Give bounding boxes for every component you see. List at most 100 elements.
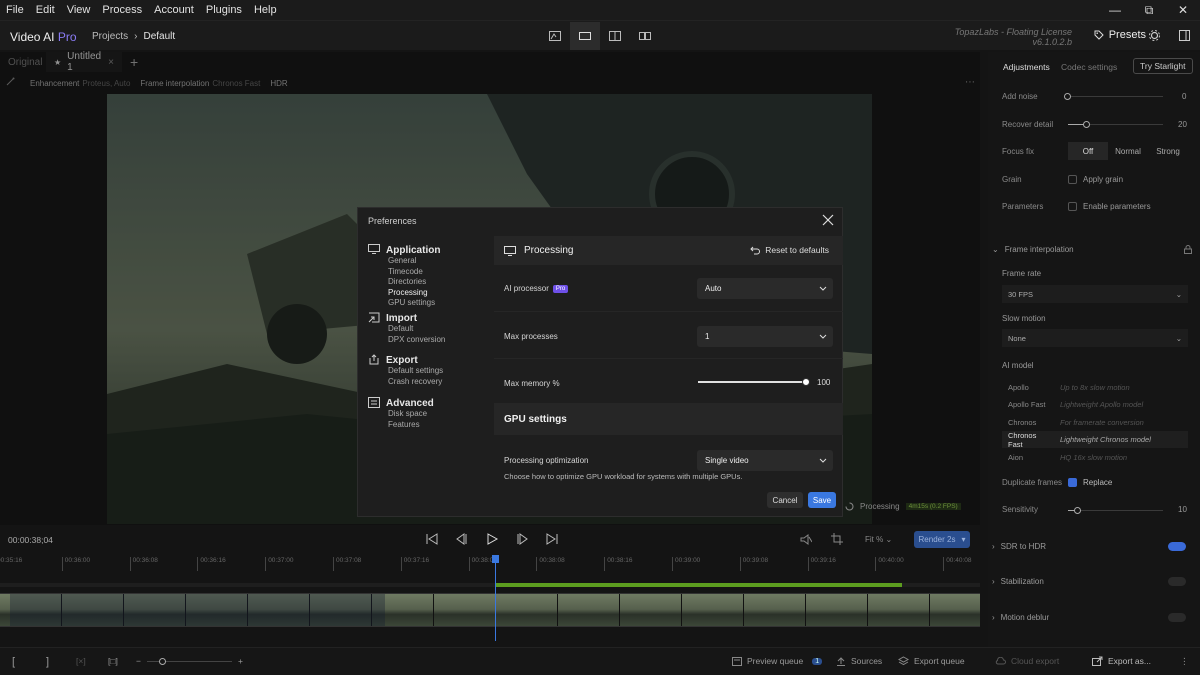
nav-advanced-title[interactable]: Advanced (386, 398, 434, 409)
skip-to-end-icon[interactable] (545, 533, 559, 545)
view-side-by-side-icon[interactable] (630, 22, 660, 50)
model-chronos-fast[interactable]: Chronos Fast Lightweight Chronos model (1002, 431, 1188, 449)
menu-plugins[interactable]: Plugins (200, 4, 248, 16)
replace-checkbox[interactable]: Replace (1068, 478, 1112, 488)
max-processes-select[interactable]: 1 (697, 326, 833, 347)
zoom-in-icon[interactable]: + (238, 656, 243, 666)
gear-icon[interactable] (1149, 30, 1160, 41)
nav-disk-space[interactable]: Disk space (368, 409, 493, 420)
stabilization-section[interactable]: › Stabilization (992, 577, 1192, 586)
menu-file[interactable]: File (0, 4, 30, 16)
nav-application-title[interactable]: Application (386, 245, 440, 256)
model-aion[interactable]: Aion HQ 16x slow motion (1002, 449, 1188, 466)
enable-parameters-checkbox[interactable]: Enable parameters (1068, 202, 1151, 212)
zoom-select[interactable]: Fit % ⌄ (865, 535, 892, 544)
sensitivity-handle[interactable] (1074, 507, 1081, 514)
nav-default-settings[interactable]: Default settings (368, 366, 493, 377)
apply-grain-checkbox[interactable]: Apply grain (1068, 175, 1123, 185)
next-frame-icon[interactable] (515, 533, 529, 545)
sources-button[interactable]: Sources (836, 656, 882, 666)
reset-defaults-button[interactable]: Reset to defaults (750, 245, 829, 255)
prev-frame-icon[interactable] (455, 533, 469, 545)
nav-gpu-settings[interactable]: GPU settings (368, 298, 493, 309)
add-noise-slider[interactable] (1064, 93, 1163, 100)
render-button[interactable]: Render 2s ▾ (914, 531, 970, 548)
try-starlight-button[interactable]: Try Starlight (1133, 58, 1193, 74)
skip-to-start-icon[interactable] (425, 533, 439, 545)
menu-edit[interactable]: Edit (30, 4, 61, 16)
recover-detail-slider[interactable] (1068, 121, 1163, 128)
playhead[interactable] (492, 555, 499, 641)
play-icon[interactable] (485, 533, 499, 545)
view-compare-icon[interactable] (540, 22, 570, 50)
breadcrumb-current[interactable]: Default (143, 31, 175, 42)
fit-selection-icon[interactable]: [□] (108, 656, 118, 666)
nav-crash-recovery[interactable]: Crash recovery (368, 377, 493, 388)
cancel-button[interactable]: Cancel (767, 492, 803, 508)
menu-bar: File Edit View Process Account Plugins H… (0, 0, 1200, 20)
close-window-icon[interactable]: ✕ (1166, 0, 1200, 20)
minimize-icon[interactable]: — (1098, 0, 1132, 20)
timeline-zoom-slider[interactable] (147, 658, 232, 665)
playhead-handle[interactable] (492, 555, 499, 563)
mark-in-icon[interactable]: [ (12, 656, 15, 668)
motion-deblur-toggle[interactable] (1168, 613, 1186, 622)
focus-fix-normal[interactable]: Normal (1108, 142, 1148, 160)
model-apollo-fast[interactable]: Apollo Fast Lightweight Apollo model (1002, 396, 1188, 413)
view-single-icon[interactable] (570, 22, 600, 50)
volume-icon[interactable] (800, 534, 812, 545)
filmstrip[interactable] (0, 593, 980, 627)
focus-fix-off[interactable]: Off (1068, 142, 1108, 160)
timeline-zoom-handle[interactable] (159, 658, 166, 665)
menu-help[interactable]: Help (248, 4, 283, 16)
processing-optimization-select[interactable]: Single video (697, 450, 833, 471)
nav-import-default[interactable]: Default (368, 324, 493, 335)
save-button[interactable]: Save (808, 492, 836, 508)
recover-detail-handle[interactable] (1083, 121, 1090, 128)
nav-import-title[interactable]: Import (386, 313, 417, 324)
processed-range-track (0, 583, 980, 587)
close-icon[interactable] (822, 214, 836, 228)
preview-queue-button[interactable]: Preview queue 1 (732, 656, 823, 666)
sdr-to-hdr-toggle[interactable] (1168, 542, 1186, 551)
stabilization-toggle[interactable] (1168, 577, 1186, 586)
nav-general[interactable]: General (368, 256, 493, 267)
export-as-button[interactable]: Export as... (1092, 656, 1151, 666)
clear-marks-icon[interactable]: [×] (76, 656, 86, 666)
model-chronos[interactable]: Chronos For framerate conversion (1002, 414, 1188, 431)
nav-dpx-conversion[interactable]: DPX conversion (368, 335, 493, 346)
max-memory-slider-track[interactable] (698, 378, 810, 386)
frame-rate-select[interactable]: 30 FPS ⌄ (1002, 285, 1188, 303)
zoom-out-icon[interactable]: − (136, 656, 141, 666)
mark-out-icon[interactable]: ] (46, 656, 49, 668)
nav-export-title[interactable]: Export (386, 355, 418, 366)
tab-codec-settings[interactable]: Codec settings (1061, 62, 1117, 72)
slow-motion-select[interactable]: None ⌄ (1002, 329, 1188, 347)
motion-deblur-section[interactable]: › Motion deblur (992, 613, 1192, 622)
menu-view[interactable]: View (61, 4, 97, 16)
nav-features[interactable]: Features (368, 420, 493, 431)
nav-processing[interactable]: Processing (368, 288, 493, 299)
nav-directories[interactable]: Directories (368, 277, 493, 288)
max-memory-slider-handle[interactable] (802, 378, 810, 386)
add-noise-handle[interactable] (1064, 93, 1071, 100)
focus-fix-strong[interactable]: Strong (1148, 142, 1188, 160)
menu-process[interactable]: Process (96, 4, 148, 16)
overflow-menu-icon[interactable]: ⋮ (1180, 656, 1189, 667)
cloud-export-button[interactable]: Cloud export (995, 656, 1059, 666)
presets-button[interactable]: Presets (1094, 29, 1146, 41)
sensitivity-slider[interactable] (1068, 507, 1163, 514)
crop-icon[interactable] (831, 533, 843, 545)
model-apollo[interactable]: Apollo Up to 8x slow motion (1002, 379, 1188, 396)
view-split-icon[interactable] (600, 22, 630, 50)
sdr-to-hdr-section[interactable]: › SDR to HDR (992, 542, 1192, 551)
nav-timecode[interactable]: Timecode (368, 267, 493, 278)
menu-account[interactable]: Account (148, 4, 200, 16)
breadcrumb-projects[interactable]: Projects (92, 31, 128, 42)
frame-interpolation-section[interactable]: ⌄ Frame interpolation (992, 245, 1192, 254)
tab-adjustments[interactable]: Adjustments (1003, 62, 1050, 72)
ai-processor-select[interactable]: Auto (697, 278, 833, 299)
maximize-icon[interactable]: ⧉ (1132, 0, 1166, 20)
panel-toggle-icon[interactable] (1179, 30, 1190, 41)
export-queue-button[interactable]: Export queue (898, 656, 965, 666)
